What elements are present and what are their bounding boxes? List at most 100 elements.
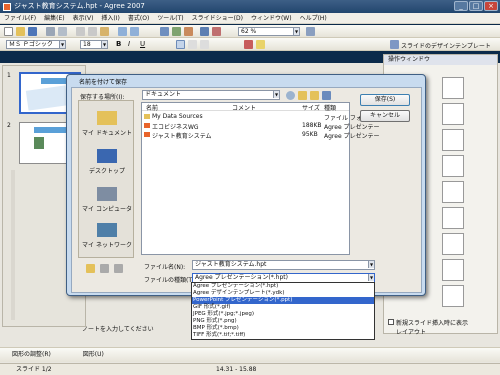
layout-thumb[interactable] [442, 207, 464, 229]
filetype-option[interactable]: Agree デザインテンプレート(*.ydk) [192, 290, 374, 297]
filetype-option[interactable]: JPEG 形式(*.jpg;*.jpeg) [192, 311, 374, 318]
tab-layout[interactable]: レイアウト [396, 327, 426, 336]
underline-icon[interactable]: U [140, 40, 149, 49]
place-desktop[interactable]: デスクトップ [79, 149, 135, 175]
delete-slide-icon[interactable] [212, 27, 221, 36]
new-icon[interactable] [4, 27, 13, 36]
filetype-option[interactable]: GIF 形式(*.gif) [192, 304, 374, 311]
font-select[interactable]: ＭＳ Ｐゴシック ▼ [6, 40, 66, 49]
up-folder-icon[interactable] [298, 91, 307, 100]
filetype-option-selected[interactable]: PowerPoint プレゼンテーション(*.ppt) [192, 297, 374, 304]
font-color-icon[interactable] [244, 40, 253, 49]
align-center-icon[interactable] [188, 40, 197, 49]
app-icon [3, 3, 11, 11]
place-my-documents[interactable]: マイ ドキュメント [79, 111, 135, 137]
filetype-dropdown: Agree プレゼンテーション(*.hpt) Agree デザインテンプレート(… [191, 282, 375, 340]
filetype-option[interactable]: TIFF 形式(*.tif;*.tiff) [192, 332, 374, 339]
copy-icon[interactable] [88, 27, 97, 36]
thumb-shape [25, 85, 69, 111]
tool-icon[interactable] [114, 264, 123, 273]
location-select[interactable]: ドキュメント ▼ [142, 90, 280, 100]
new-folder-icon[interactable] [310, 91, 319, 100]
file-row[interactable]: My Data Sources ファイル フォルダ [142, 113, 374, 122]
minimize-button[interactable]: _ [454, 1, 468, 11]
table-icon[interactable] [160, 27, 169, 36]
desktop-icon [97, 149, 117, 163]
bold-icon[interactable]: B [116, 40, 125, 49]
close-button[interactable]: × [484, 1, 498, 11]
column-size[interactable]: サイズ [302, 103, 320, 112]
column-name[interactable]: 名前 [146, 103, 158, 112]
design-template-icon[interactable] [390, 40, 399, 49]
zoom-select[interactable]: 62 % ▼ [238, 27, 300, 36]
format-toolbar: ＭＳ Ｐゴシック ▼ 18 ▼ B I U スライドのデザインテンプレート [0, 38, 500, 51]
file-row[interactable]: エコビジネスWG 188KB Agree プレゼンテー [142, 122, 380, 131]
shapes-menu[interactable]: 図形(U) [83, 351, 104, 358]
coords-readout: 14.31 - 15.88 [216, 366, 257, 373]
place-my-computer[interactable]: マイ コンピュータ [79, 187, 135, 213]
insert-slide-icon[interactable] [200, 27, 209, 36]
new-slide-checkbox[interactable] [388, 319, 394, 325]
align-right-icon[interactable] [200, 40, 209, 49]
chevron-down-icon: ▼ [101, 41, 107, 48]
print-icon[interactable] [46, 27, 55, 36]
cut-icon[interactable] [76, 27, 85, 36]
layout-thumb[interactable] [442, 285, 464, 307]
column-type[interactable]: 種類 [324, 103, 336, 112]
menu-slideshow[interactable]: スライドショー(D) [192, 15, 243, 22]
layout-thumb[interactable] [442, 233, 464, 255]
computer-icon [97, 187, 117, 201]
network-icon [97, 223, 117, 237]
file-row[interactable]: ジャスト教育システム 95KB Agree プレゼンテー [142, 131, 380, 140]
save-button[interactable]: 保存(S) [360, 94, 410, 106]
notes-placeholder[interactable]: ノートを入力してください [82, 324, 154, 333]
highlight-icon[interactable] [256, 40, 265, 49]
undo-icon[interactable] [118, 27, 127, 36]
filetype-option[interactable]: PNG 形式(*.png) [192, 318, 374, 325]
layout-thumb[interactable] [442, 103, 464, 125]
menu-format[interactable]: 書式(O) [128, 15, 149, 22]
save-icon[interactable] [28, 27, 37, 36]
italic-icon[interactable]: I [128, 40, 137, 49]
open-icon[interactable] [16, 27, 25, 36]
menu-view[interactable]: 表示(V) [73, 15, 94, 22]
preview-icon[interactable] [58, 27, 67, 36]
place-network[interactable]: マイ ネットワーク [79, 223, 135, 249]
back-icon[interactable] [286, 91, 295, 100]
draw-adjust-menu[interactable]: 図形の調整(R) [12, 351, 51, 358]
filetype-option[interactable]: Agree プレゼンテーション(*.hpt) [192, 283, 374, 290]
menu-window[interactable]: ウィンドウ(W) [251, 15, 292, 22]
view-menu-icon[interactable] [322, 91, 331, 100]
folder-icon [144, 114, 150, 119]
design-template-label[interactable]: スライドのデザインテンプレート [401, 41, 491, 50]
layout-thumb[interactable] [442, 259, 464, 281]
status-bar: スライド 1/2 14.31 - 15.88 [0, 363, 500, 375]
hpt-file-icon [144, 132, 150, 137]
layout-thumb[interactable] [442, 181, 464, 203]
menu-file[interactable]: ファイル(F) [4, 15, 36, 22]
tool-icon[interactable] [100, 264, 109, 273]
thumb-scrollbar[interactable] [11, 170, 15, 320]
align-left-icon[interactable] [176, 40, 185, 49]
layout-thumb[interactable] [442, 77, 464, 99]
layout-thumb[interactable] [442, 155, 464, 177]
cancel-button[interactable]: キャンセル [360, 110, 410, 122]
thumb-title-bar [34, 127, 68, 133]
menu-edit[interactable]: 編集(E) [44, 15, 64, 22]
chart-icon[interactable] [172, 27, 181, 36]
paste-icon[interactable] [100, 27, 109, 36]
layout-thumb[interactable] [442, 129, 464, 151]
filetype-option[interactable]: BMP 形式(*.bmp) [192, 325, 374, 332]
maximize-button[interactable]: □ [469, 1, 483, 11]
column-comment[interactable]: コメント [232, 103, 256, 112]
image-icon[interactable] [184, 27, 193, 36]
menu-help[interactable]: ヘルプ(H) [300, 15, 327, 22]
filetype-label: ファイルの種類(T): [144, 277, 197, 284]
help-icon[interactable] [306, 27, 315, 36]
font-size-select[interactable]: 18 ▼ [80, 40, 108, 49]
filename-input[interactable]: ジャスト教育システム.hpt ▼ [192, 260, 375, 270]
menu-insert[interactable]: 挿入(I) [101, 15, 119, 22]
folder-icon[interactable] [86, 264, 95, 273]
redo-icon[interactable] [130, 27, 139, 36]
menu-tools[interactable]: ツール(T) [157, 15, 183, 22]
